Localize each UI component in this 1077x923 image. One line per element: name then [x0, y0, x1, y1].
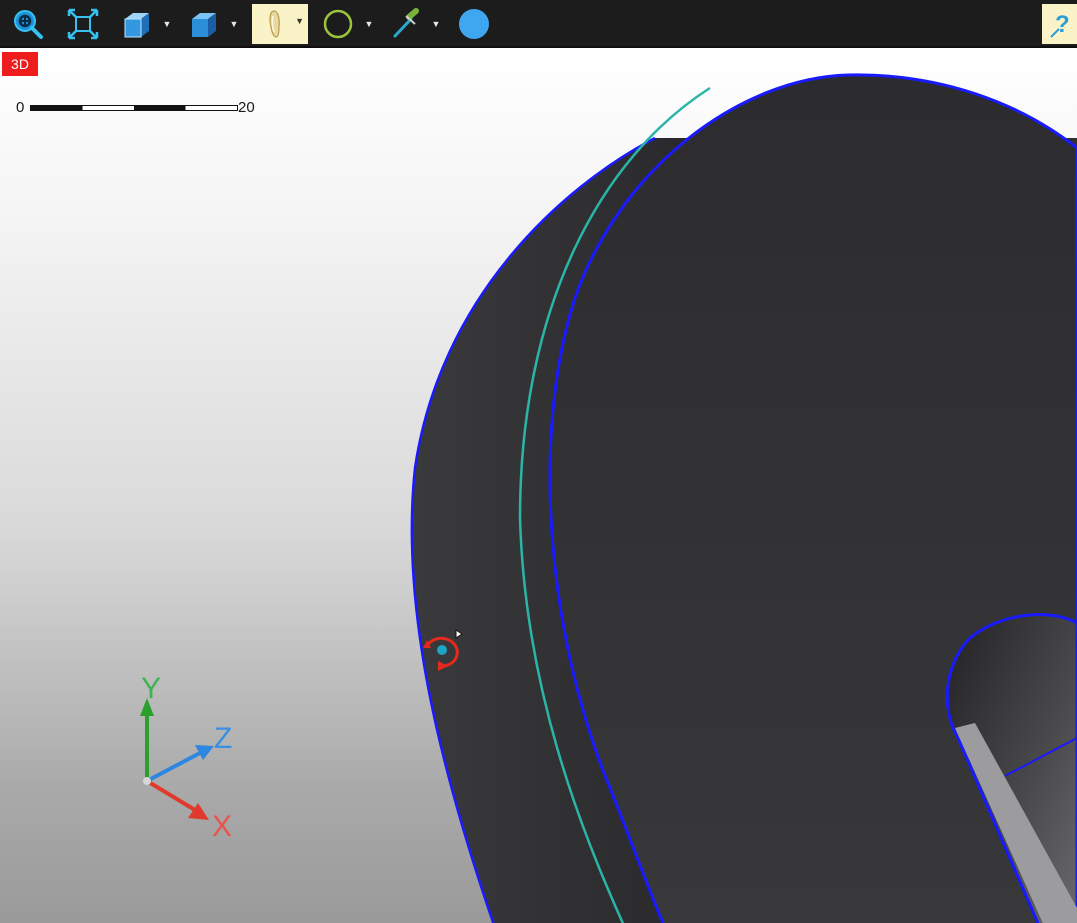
rendering-button[interactable]: ▼: [252, 4, 308, 44]
blue-dot-icon: [459, 9, 489, 39]
color-picker-button[interactable]: [386, 4, 426, 44]
help-question-icon: ?: [1049, 11, 1070, 38]
circle-icon: [323, 9, 353, 39]
view-mode-badge[interactable]: 3D: [2, 52, 38, 76]
y-axis-label: Y: [141, 672, 162, 705]
model-scene[interactable]: [0, 48, 1077, 923]
visual-style-dropdown[interactable]: ▼: [229, 16, 239, 32]
scale-bar-line: [30, 105, 238, 111]
color-picker-dropdown[interactable]: ▼: [431, 16, 441, 32]
color-swatch-button[interactable]: [454, 4, 494, 44]
zoom-extents-icon: [67, 8, 99, 40]
shaded-cube-icon: [192, 13, 216, 37]
scale-max-label: 20: [238, 99, 255, 116]
x-axis-label: X: [212, 810, 233, 843]
zoom-magnifier-icon: [14, 10, 43, 39]
circle-tool-dropdown[interactable]: ▼: [364, 16, 374, 32]
circle-tool-button[interactable]: [318, 4, 358, 44]
toolbar: ▼ ▼ ▼ ▼ ▼ ?: [0, 0, 1077, 48]
visual-style-button[interactable]: [183, 4, 223, 44]
z-axis-label: Z: [214, 722, 233, 755]
model-viewport[interactable]: 3D 0 20 Y Z X: [0, 48, 1077, 923]
eyedropper-icon: [393, 8, 419, 38]
view-cube-button[interactable]: [116, 4, 156, 44]
rendering-dropdown[interactable]: ▼: [295, 16, 304, 26]
ucs-axes-icon: [140, 698, 214, 820]
help-button[interactable]: ?: [1042, 4, 1077, 44]
zoom-button[interactable]: [8, 4, 48, 44]
svg-text:?: ?: [1055, 11, 1070, 38]
view-cube-dropdown[interactable]: ▼: [162, 16, 172, 32]
isometric-view-cube-icon: [124, 13, 149, 38]
zoom-extents-button[interactable]: [63, 4, 103, 44]
scale-bar: 0 20: [12, 96, 272, 120]
scale-min-label: 0: [16, 99, 25, 116]
rendering-bulb-icon: [269, 10, 280, 38]
